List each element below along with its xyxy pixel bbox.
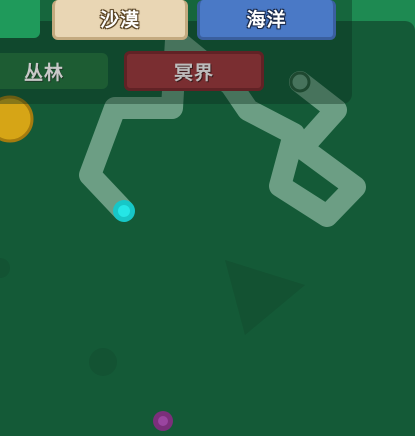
biome-tab-partial[interactable] — [0, 0, 40, 38]
biome-tab-ocean[interactable]: 海洋 — [197, 0, 336, 40]
biome-tab-jungle[interactable]: 丛林 — [0, 53, 108, 89]
cyan-ball-highlight — [118, 205, 130, 217]
faint-circle — [89, 348, 117, 376]
purple-ball-highlight — [158, 416, 168, 426]
triangle-shape — [225, 260, 305, 335]
biome-selector: 沙漠 海洋 丛林 冥界 — [0, 0, 352, 104]
game-stage: 沙漠 海洋 丛林 冥界 — [0, 0, 415, 436]
faint-circle-left — [0, 258, 10, 278]
biome-tab-desert[interactable]: 沙漠 — [52, 0, 188, 40]
biome-tab-nether[interactable]: 冥界 — [124, 51, 264, 91]
